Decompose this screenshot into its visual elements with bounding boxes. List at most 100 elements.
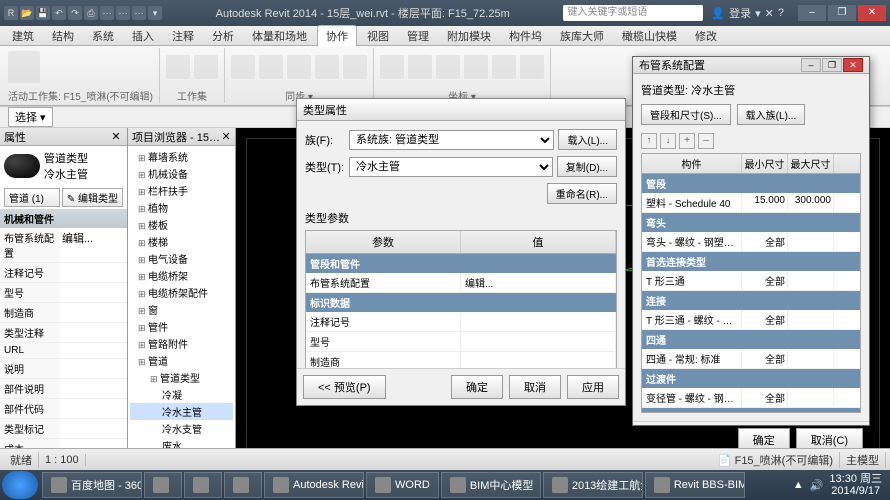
routing-row[interactable]: 塑料 - Schedule 4015.000300.000 xyxy=(642,193,860,213)
tree-node[interactable]: 冷凝 xyxy=(130,386,233,403)
qat-icon[interactable]: ⋯ xyxy=(116,6,130,20)
tree-node[interactable]: 电气设备 xyxy=(130,250,233,267)
property-value[interactable] xyxy=(60,283,127,302)
property-value[interactable] xyxy=(60,343,127,358)
taskbar-app[interactable]: 2013绘建工航大... xyxy=(543,472,643,498)
taskbar-app[interactable]: Autodesk Revit ... xyxy=(264,472,364,498)
redo-icon[interactable]: ↷ xyxy=(68,6,82,20)
tree-node[interactable]: 冷水支管 xyxy=(130,420,233,437)
workset-indicator[interactable]: 主模型 xyxy=(840,452,886,468)
component-name[interactable]: T 形三通 xyxy=(642,271,742,290)
component-name[interactable]: 塑料 - Schedule 40 xyxy=(642,193,742,212)
qat-dropdown-icon[interactable]: ▾ xyxy=(148,6,162,20)
tree-node[interactable]: 管道类型 xyxy=(130,369,233,386)
edit-request-icon[interactable] xyxy=(8,51,40,83)
dialog-title[interactable]: 布管系统配置 – ❐ ✕ xyxy=(633,57,869,74)
min-size[interactable]: 15.000 xyxy=(742,193,788,212)
property-value[interactable] xyxy=(60,323,127,342)
tab-structure[interactable]: 结构 xyxy=(44,26,82,46)
property-value[interactable] xyxy=(60,263,127,282)
start-button[interactable] xyxy=(2,471,38,499)
routing-row[interactable]: T 形三通 - 螺纹 - 钢塑复合: 标准全部 xyxy=(642,310,860,330)
load-button[interactable]: 载入(L)... xyxy=(558,129,617,150)
tray-icon[interactable]: 🔊 xyxy=(810,479,824,492)
minimize-button[interactable]: – xyxy=(798,5,826,21)
add-icon[interactable]: + xyxy=(679,133,695,149)
taskbar-app[interactable]: Revit BBS-BIM... xyxy=(645,472,745,498)
param-value[interactable] xyxy=(461,312,616,331)
param-row[interactable]: 制造商 xyxy=(306,352,616,368)
component-name[interactable]: T 形三通 - 螺纹 - 钢塑复合: 标准 xyxy=(642,310,742,329)
save-icon[interactable]: 💾 xyxy=(36,6,50,20)
load-family-button[interactable]: 载入族(L)... xyxy=(737,104,806,125)
min-size[interactable]: 全部 xyxy=(742,349,788,368)
tab-massing[interactable]: 体量和场地 xyxy=(244,26,315,46)
tab-annotate[interactable]: 注释 xyxy=(164,26,202,46)
tab-analyze[interactable]: 分析 xyxy=(204,26,242,46)
tree-node[interactable]: 幕墙系统 xyxy=(130,148,233,165)
cancel-button[interactable]: 取消 xyxy=(509,375,561,399)
open-icon[interactable]: 📂 xyxy=(20,6,34,20)
property-row[interactable]: 部件代码 xyxy=(0,399,127,419)
param-value[interactable] xyxy=(461,352,616,368)
tree-node[interactable]: 楼梯 xyxy=(130,233,233,250)
tree-node[interactable]: 楼板 xyxy=(130,216,233,233)
taskbar-app[interactable]: 百度地图 - 360安... xyxy=(42,472,142,498)
exchange-icon[interactable]: ✕ xyxy=(765,7,774,20)
taskbar-app[interactable] xyxy=(144,472,182,498)
max-size[interactable] xyxy=(788,271,834,290)
rename-button[interactable]: 重命名(R)... xyxy=(547,183,617,204)
reconcile-icon[interactable] xyxy=(492,55,516,79)
taskbar-app[interactable] xyxy=(184,472,222,498)
apply-button[interactable]: 应用 xyxy=(567,375,619,399)
tab-view[interactable]: 视图 xyxy=(359,26,397,46)
instance-filter[interactable]: 管道 (1) xyxy=(4,188,60,207)
gray-icon[interactable] xyxy=(194,55,218,79)
component-name[interactable]: 变径管 - 螺纹 - 钢塑复合: 标准 xyxy=(642,388,742,407)
move-down-icon[interactable]: ↓ xyxy=(660,133,676,149)
property-row[interactable]: URL xyxy=(0,343,127,359)
view-tab[interactable]: 📄 F15_喷淋(不可编辑) xyxy=(712,452,840,468)
routing-row[interactable]: T 形三通全部 xyxy=(642,271,860,291)
tree-node[interactable]: 管路附件 xyxy=(130,335,233,352)
tab-manage[interactable]: 管理 xyxy=(399,26,437,46)
remove-icon[interactable]: – xyxy=(698,133,714,149)
tab-modify[interactable]: 修改 xyxy=(687,26,725,46)
duplicate-button[interactable]: 复制(D)... xyxy=(557,156,617,177)
component-name[interactable]: 弯头 - 螺纹 - 钢塑复合: 标准 xyxy=(642,232,742,251)
reload-icon[interactable] xyxy=(259,55,283,79)
type-selector[interactable]: 管道类型 冷水主管 xyxy=(0,146,127,186)
family-select[interactable]: 系统族: 管道类型 xyxy=(349,130,554,150)
tab-ganlanshan[interactable]: 橄榄山快模 xyxy=(614,26,685,46)
help-icon[interactable]: ? xyxy=(778,7,784,19)
property-row[interactable]: 型号 xyxy=(0,283,127,303)
param-value[interactable]: 编辑... xyxy=(461,273,616,292)
property-row[interactable]: 注释记号 xyxy=(0,263,127,283)
app-menu-icon[interactable]: R xyxy=(4,6,18,20)
tab-goujianwu[interactable]: 构件坞 xyxy=(501,26,550,46)
param-value[interactable] xyxy=(461,332,616,351)
routing-row[interactable]: 四通 - 常规: 标准全部 xyxy=(642,349,860,369)
zoom-scale[interactable]: 1 : 100 xyxy=(39,454,86,466)
history-icon[interactable] xyxy=(315,55,339,79)
property-value[interactable] xyxy=(60,359,127,378)
property-value[interactable]: 编辑... xyxy=(60,228,127,262)
property-row[interactable]: 说明 xyxy=(0,359,127,379)
property-row[interactable]: 部件说明 xyxy=(0,379,127,399)
maximize-button[interactable]: ❐ xyxy=(822,58,842,72)
property-value[interactable] xyxy=(60,399,127,418)
param-row[interactable]: 布管系统配置编辑... xyxy=(306,273,616,293)
settings-icon[interactable] xyxy=(464,55,488,79)
dialog-title[interactable]: 类型属性 xyxy=(297,99,625,121)
tree-node[interactable]: 电缆桥架 xyxy=(130,267,233,284)
routing-row[interactable]: 变径管 - 螺纹 - 钢塑复合: 标准全部 xyxy=(642,388,860,408)
param-row[interactable]: 注释记号 xyxy=(306,312,616,332)
property-row[interactable]: 布管系统配置编辑... xyxy=(0,228,127,263)
property-value[interactable] xyxy=(60,419,127,438)
qat-icon[interactable]: ⋯ xyxy=(100,6,114,20)
worksets-icon[interactable] xyxy=(166,55,190,79)
tab-systems[interactable]: 系统 xyxy=(84,26,122,46)
routing-row[interactable]: 弯头 - 螺纹 - 钢塑复合: 标准全部 xyxy=(642,232,860,252)
tab-architecture[interactable]: 建筑 xyxy=(4,26,42,46)
system-tray[interactable]: ▲ 🔊 13:30 周三 2014/9/17 xyxy=(787,473,888,497)
